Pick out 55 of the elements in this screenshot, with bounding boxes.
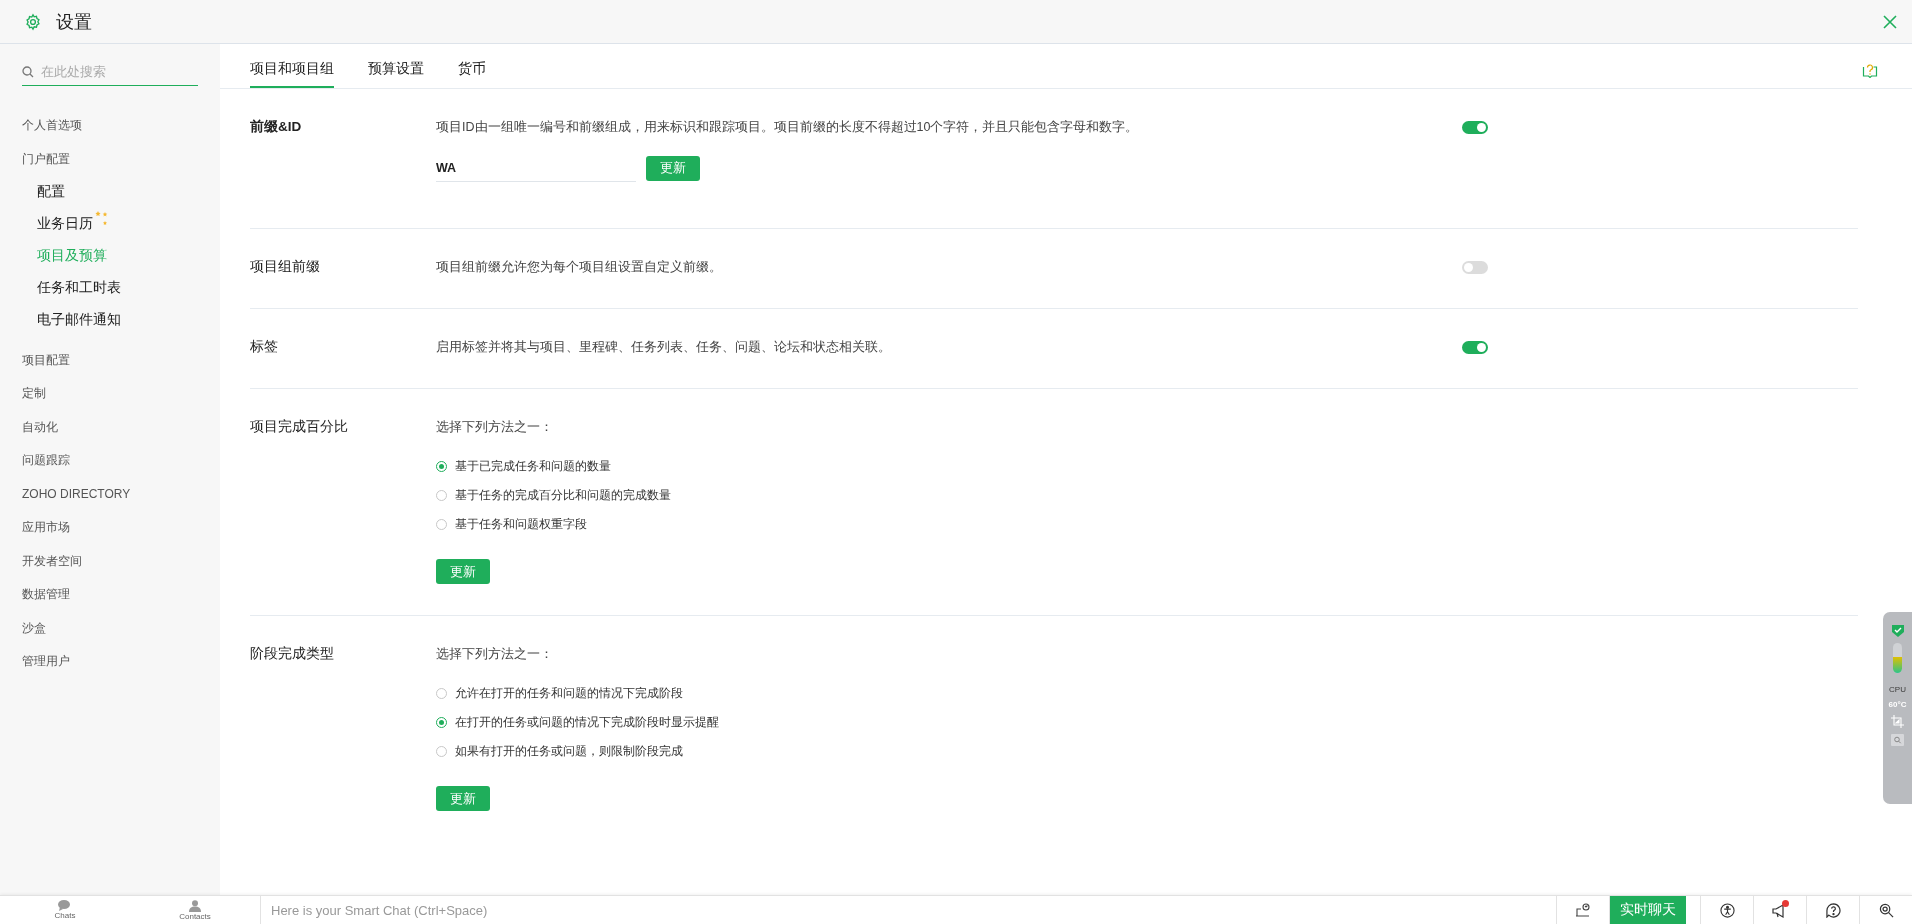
chat-bubble-icon bbox=[58, 900, 72, 911]
section-title: 项目组前缀 bbox=[250, 258, 321, 276]
sidebar-subitem[interactable]: 业务日历 bbox=[37, 214, 93, 233]
sidebar-item[interactable]: 开发者空间 bbox=[22, 544, 198, 578]
window-title: 设置 bbox=[56, 10, 92, 34]
tab[interactable]: 预算设置 bbox=[368, 60, 424, 88]
crop-icon[interactable] bbox=[1891, 715, 1904, 728]
cpu-label: CPU bbox=[1889, 685, 1906, 694]
section-title: 前缀&ID bbox=[250, 118, 303, 136]
option-label: 如果有打开的任务或问题，则限制阶段完成 bbox=[455, 743, 683, 760]
section-description: 项目ID由一组唯一编号和前缀组成，用来标识和跟踪项目。项目前缀的长度不得超过10个字符，并且只能包含字母和数字。 bbox=[436, 119, 1140, 136]
nav-tab[interactable]: Chats bbox=[0, 896, 130, 924]
section-prompt: 选择下列方法之一： bbox=[436, 419, 554, 436]
sidebar-item[interactable]: 数据管理 bbox=[22, 578, 198, 612]
sidebar-item[interactable]: 门户配置 bbox=[22, 142, 198, 176]
sidebar-item[interactable]: 管理用户 bbox=[22, 645, 198, 679]
sidebar-item[interactable]: ZOHO DIRECTORY bbox=[22, 477, 198, 511]
option-label: 基于任务和问题权重字段 bbox=[455, 516, 587, 533]
section-title: 阶段完成类型 bbox=[250, 645, 335, 663]
nav-tab[interactable]: Contacts bbox=[130, 896, 260, 924]
cpu-temperature: 60°C bbox=[1888, 700, 1907, 709]
sidebar-item[interactable]: 项目配置 bbox=[22, 343, 198, 377]
section-title: 项目完成百分比 bbox=[250, 418, 349, 436]
sidebar-item[interactable]: 应用市场 bbox=[22, 511, 198, 545]
settings-icon bbox=[24, 12, 42, 31]
tab[interactable]: 项目和项目组 bbox=[250, 60, 334, 88]
sidebar-subitem[interactable]: 任务和工时表 bbox=[37, 278, 121, 297]
toggle-switch[interactable] bbox=[1462, 121, 1488, 134]
shield-icon bbox=[1891, 624, 1904, 637]
close-icon[interactable] bbox=[1882, 13, 1898, 30]
sidebar-item[interactable]: 问题跟踪 bbox=[22, 444, 198, 478]
sidebar-item[interactable]: 个人首选项 bbox=[22, 109, 198, 143]
option-label: 在打开的任务或问题的情况下完成阶段时显示提醒 bbox=[455, 714, 719, 731]
option-label: 允许在打开的任务和问题的情况下完成阶段 bbox=[455, 685, 683, 702]
search-icon[interactable] bbox=[1878, 902, 1894, 918]
tab[interactable]: 货币 bbox=[458, 60, 486, 88]
person-icon bbox=[189, 899, 201, 912]
help-icon[interactable] bbox=[1825, 902, 1841, 918]
toggle-switch[interactable] bbox=[1462, 341, 1488, 354]
option-label: 基于任务的完成百分比和问题的完成数量 bbox=[455, 487, 671, 504]
section-title: 标签 bbox=[250, 338, 279, 356]
sidebar-subitem[interactable]: 电子邮件通知 bbox=[37, 310, 121, 329]
accessibility-icon[interactable] bbox=[1719, 902, 1735, 918]
sidebar-item[interactable]: 沙盒 bbox=[22, 611, 198, 645]
search-field[interactable]: 在此处搜索 bbox=[41, 64, 181, 79]
option-label: 基于已完成任务和问题的数量 bbox=[455, 458, 611, 475]
section-description: 项目组前缀允许您为每个项目组设置自定义前缀。 bbox=[436, 259, 723, 276]
section-prompt: 选择下列方法之一： bbox=[436, 646, 554, 663]
sidebar-item[interactable]: 自动化 bbox=[22, 410, 198, 444]
temperature-gauge-icon bbox=[1893, 643, 1902, 673]
toggle-switch[interactable] bbox=[1462, 261, 1488, 274]
sidebar-subitem[interactable]: 配置 bbox=[37, 182, 65, 201]
section-description: 启用标签并将其与项目、里程碑、任务列表、任务、问题、论坛和状态相关联。 bbox=[436, 339, 892, 356]
search-icon bbox=[22, 65, 34, 78]
sidebar-item[interactable]: 定制 bbox=[22, 377, 198, 411]
